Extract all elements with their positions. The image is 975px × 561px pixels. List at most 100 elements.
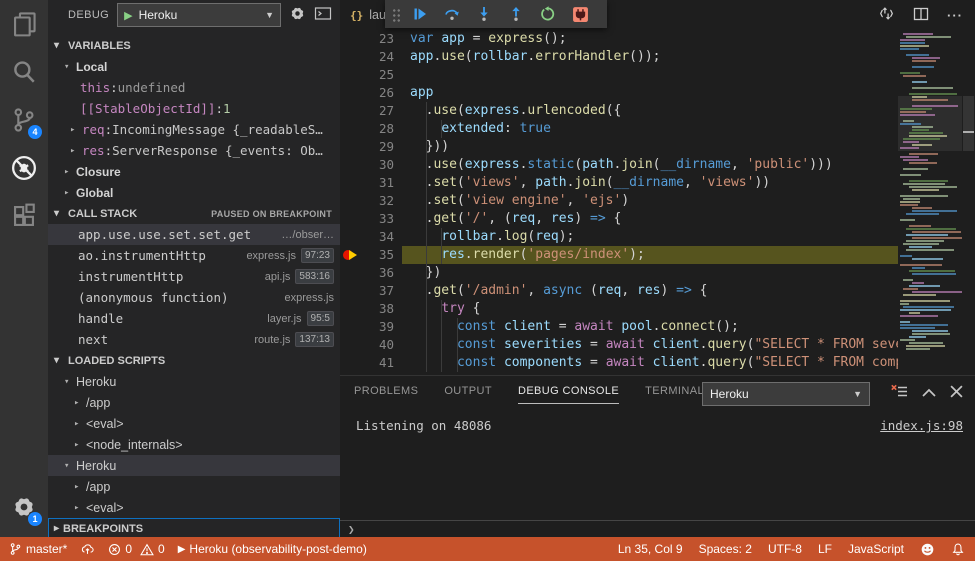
loaded-scripts-section-header[interactable]: ▾ LOADED SCRIPTS — [48, 350, 340, 371]
continue-button[interactable] — [408, 2, 432, 26]
code-line[interactable]: 33 .get('/', (req, res) => { — [340, 210, 898, 228]
code-line[interactable]: 27 .use(express.urlencoded({ — [340, 102, 898, 120]
breakpoint-gutter[interactable] — [340, 48, 360, 66]
maximize-panel-icon[interactable] — [922, 386, 936, 401]
variables-scope-row[interactable]: ▾Local — [48, 56, 340, 77]
code-line[interactable]: 35 res.render('pages/index'); — [340, 246, 898, 264]
sync-changes-item[interactable] — [80, 542, 95, 556]
code-line[interactable]: 41 const components = await client.query… — [340, 354, 898, 372]
call-stack-frame[interactable]: nextroute.js137:13 — [48, 329, 340, 350]
step-into-button[interactable] — [472, 2, 496, 26]
variable-row[interactable]: this: undefined — [48, 77, 340, 98]
panel-tab-debug-console[interactable]: DEBUG CONSOLE — [518, 385, 619, 404]
loaded-script-item[interactable]: ▾Heroku — [48, 371, 340, 392]
restart-button[interactable] — [536, 2, 560, 26]
breakpoint-gutter[interactable] — [340, 246, 360, 264]
breakpoint-gutter[interactable] — [340, 336, 360, 354]
call-stack-frame[interactable]: instrumentHttpapi.js583:16 — [48, 266, 340, 287]
launch-config-dropdown[interactable]: ▶ Heroku ▼ — [117, 3, 281, 27]
breakpoints-section-header[interactable]: ▸ BREAKPOINTS — [48, 518, 340, 537]
breakpoint-gutter[interactable] — [340, 30, 360, 48]
breakpoint-gutter[interactable] — [340, 264, 360, 282]
problems-item[interactable]: 0 0 — [108, 542, 164, 556]
code-line[interactable]: 23var app = express(); — [340, 30, 898, 48]
variable-row[interactable]: ▸req: IncomingMessage {_readableS… — [48, 119, 340, 140]
variables-section-header[interactable]: ▾ VARIABLES — [48, 35, 340, 56]
breakpoint-gutter[interactable] — [340, 228, 360, 246]
eol-item[interactable]: LF — [818, 542, 832, 556]
loaded-script-item[interactable]: ▸<eval> — [48, 497, 340, 518]
loaded-script-item[interactable]: ▸<eval> — [48, 413, 340, 434]
breakpoint-gutter[interactable] — [340, 210, 360, 228]
call-stack-section-header[interactable]: ▾ CALL STACK PAUSED ON BREAKPOINT — [48, 203, 340, 224]
extensions-icon[interactable] — [0, 192, 48, 240]
clear-console-icon[interactable] — [891, 384, 908, 402]
breakpoint-gutter[interactable] — [340, 84, 360, 102]
loaded-script-item[interactable]: ▾Heroku — [48, 455, 340, 476]
braces-arrows-icon[interactable] — [878, 5, 895, 25]
source-control-icon[interactable]: 4 — [0, 96, 48, 144]
breakpoint-gutter[interactable] — [340, 102, 360, 120]
notifications-bell-icon[interactable] — [951, 542, 965, 557]
breakpoint-gutter[interactable] — [340, 156, 360, 174]
more-actions-icon[interactable]: ··· — [947, 8, 963, 23]
open-debug-console-icon[interactable] — [314, 6, 332, 24]
panel-tab-output[interactable]: OUTPUT — [444, 385, 492, 404]
panel-tab-problems[interactable]: PROBLEMS — [354, 385, 418, 404]
code-line[interactable]: 37 .get('/admin', async (req, res) => { — [340, 282, 898, 300]
step-over-button[interactable] — [440, 2, 464, 26]
code-line[interactable]: 29 })) — [340, 138, 898, 156]
code-line[interactable]: 26app — [340, 84, 898, 102]
debug-session-item[interactable]: ▶ Heroku (observability-post-demo) — [178, 542, 367, 556]
breakpoint-gutter[interactable] — [340, 66, 360, 84]
variables-scope-row[interactable]: ▸Closure — [48, 161, 340, 182]
encoding-item[interactable]: UTF-8 — [768, 542, 802, 556]
variable-row[interactable]: ▸res: ServerResponse {_events: Ob… — [48, 140, 340, 161]
call-stack-frame[interactable]: ao.instrumentHttpexpress.js97:23 — [48, 245, 340, 266]
breakpoint-gutter[interactable] — [340, 354, 360, 372]
breakpoint-gutter[interactable] — [340, 192, 360, 210]
loaded-script-item[interactable]: ▸/app — [48, 476, 340, 497]
breakpoint-gutter[interactable] — [340, 282, 360, 300]
code-line[interactable]: 39 const client = await pool.connect(); — [340, 318, 898, 336]
debug-console-input[interactable]: ❯ — [340, 520, 975, 537]
code-line[interactable]: 34 rollbar.log(req); — [340, 228, 898, 246]
breakpoint-gutter[interactable] — [340, 120, 360, 138]
split-editor-icon[interactable] — [913, 6, 929, 25]
configure-gear-icon[interactable] — [289, 5, 306, 25]
source-link[interactable]: index.js:98 — [880, 418, 963, 433]
feedback-smiley-icon[interactable] — [920, 542, 935, 557]
variable-row[interactable]: [[StableObjectId]]: 1 — [48, 98, 340, 119]
code-line[interactable]: 32 .set('view engine', 'ejs') — [340, 192, 898, 210]
code-line[interactable]: 28 extended: true — [340, 120, 898, 138]
code-line[interactable]: 38 try { — [340, 300, 898, 318]
code-line[interactable]: 30 .use(express.static(path.join(__dirna… — [340, 156, 898, 174]
loaded-script-item[interactable]: ▸<node_internals> — [48, 434, 340, 455]
code-line[interactable]: 36 }) — [340, 264, 898, 282]
indentation-item[interactable]: Spaces: 2 — [699, 542, 752, 556]
close-panel-icon[interactable] — [950, 385, 963, 401]
explorer-icon[interactable] — [0, 0, 48, 48]
loaded-script-item[interactable]: ▸/app — [48, 392, 340, 413]
disconnect-button[interactable] — [568, 2, 592, 26]
language-mode-item[interactable]: JavaScript — [848, 542, 904, 556]
code-line[interactable]: 24app.use(rollbar.errorHandler()); — [340, 48, 898, 66]
breakpoint-gutter[interactable] — [340, 318, 360, 336]
start-debug-icon[interactable]: ▶ — [124, 9, 132, 22]
git-branch-item[interactable]: master* — [9, 542, 67, 556]
code-line[interactable]: 40 const severities = await client.query… — [340, 336, 898, 354]
breakpoint-gutter[interactable] — [340, 138, 360, 156]
editor-scrollbar[interactable] — [962, 30, 975, 375]
cursor-position-item[interactable]: Ln 35, Col 9 — [618, 542, 683, 556]
toolbar-drag-handle[interactable] — [391, 7, 400, 22]
scrollbar-slider[interactable] — [963, 96, 974, 151]
panel-tab-terminal[interactable]: TERMINAL — [645, 385, 704, 404]
code-editor[interactable]: 23var app = express();24app.use(rollbar.… — [340, 30, 975, 375]
call-stack-frame[interactable]: handlelayer.js95:5 — [48, 308, 340, 329]
breakpoint-gutter[interactable] — [340, 300, 360, 318]
call-stack-frame[interactable]: app.use.use.set.set.get…/obser… — [48, 224, 340, 245]
minimap[interactable] — [898, 30, 962, 375]
search-icon[interactable] — [0, 48, 48, 96]
call-stack-frame[interactable]: (anonymous function)express.js — [48, 287, 340, 308]
step-out-button[interactable] — [504, 2, 528, 26]
